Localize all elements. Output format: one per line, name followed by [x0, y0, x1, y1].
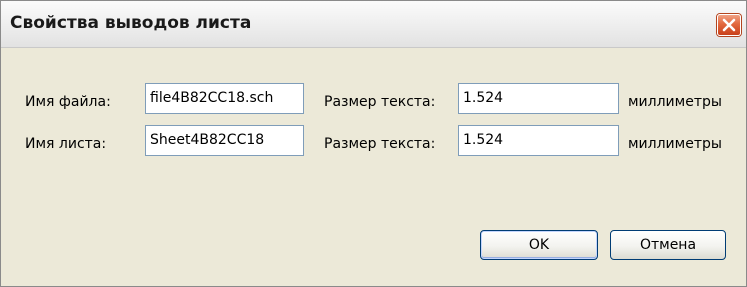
ok-button[interactable]: OK	[480, 230, 598, 260]
dialog-title: Свойства выводов листа	[10, 13, 252, 33]
sheet-name-text-size-input[interactable]: 1.524	[458, 125, 619, 156]
close-icon	[722, 18, 736, 32]
file-name-input[interactable]: file4B82CC18.sch	[145, 83, 304, 114]
file-name-text-size-input[interactable]: 1.524	[458, 83, 619, 114]
sheet-name-text-size-unit: миллиметры	[628, 136, 722, 152]
close-button[interactable]	[717, 14, 741, 36]
title-bar[interactable]: Свойства выводов листа	[1, 1, 746, 48]
file-name-label: Имя файла:	[25, 94, 111, 110]
cancel-button[interactable]: Отмена	[610, 230, 726, 260]
sheet-pin-properties-dialog: Свойства выводов листа Имя файла: file4B…	[0, 0, 747, 287]
file-name-text-size-unit: миллиметры	[628, 94, 722, 110]
sheet-name-text-size-label: Размер текста:	[324, 136, 436, 152]
sheet-name-input[interactable]: Sheet4B82CC18	[145, 125, 304, 156]
sheet-name-label: Имя листа:	[25, 136, 107, 152]
dialog-body: Имя файла: file4B82CC18.sch Размер текст…	[1, 48, 746, 286]
file-name-text-size-label: Размер текста:	[324, 94, 436, 110]
